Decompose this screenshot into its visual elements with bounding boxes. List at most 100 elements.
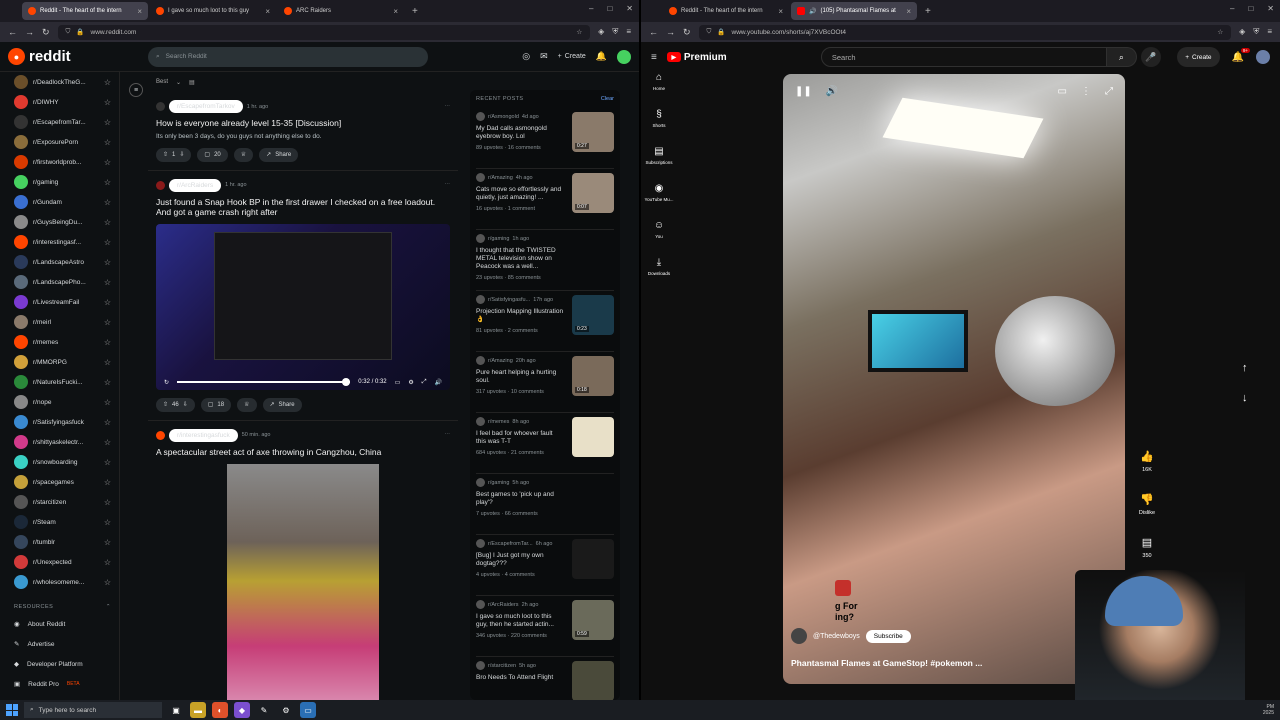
sidebar-item-community[interactable]: r/gaming ☆	[14, 172, 111, 192]
guide-item[interactable]: ☺ You	[641, 220, 677, 257]
sidebar-item-community[interactable]: r/ExposurePorn ☆	[14, 132, 111, 152]
favorite-star-icon[interactable]: ☆	[104, 458, 111, 467]
reddit-search-input[interactable]: ⌕ Search Reddit	[148, 46, 428, 67]
post-video[interactable]: ↻ 0:32 / 0:32 ▭ ⚙ ⤢ 🔊	[156, 223, 450, 390]
new-tab-icon[interactable]: +	[412, 6, 418, 17]
favorite-star-icon[interactable]: ☆	[104, 558, 111, 567]
sidebar-item-community[interactable]: r/tumblr ☆	[14, 532, 111, 552]
menu-icon[interactable]: ≡	[1267, 27, 1272, 37]
shield-ext-icon[interactable]: ⛨	[1253, 27, 1259, 37]
recent-post-title[interactable]: I gave so much loot to this guy, then he…	[476, 613, 564, 629]
recent-post-item[interactable]: r/EscapefromTar... 6h ago [Bug] I Just got…	[476, 535, 614, 596]
upvote-icon[interactable]: ⇧	[163, 151, 168, 158]
comments-button[interactable]: ▢ 18	[200, 397, 232, 412]
sidebar-item-community[interactable]: r/nope ☆	[14, 392, 111, 412]
shield-ext-icon[interactable]: ⛨	[612, 27, 618, 37]
sidebar-item-community[interactable]: r/Gundam ☆	[14, 192, 111, 212]
reddit-logo[interactable]: ● reddit	[8, 48, 140, 65]
sidebar-item-community[interactable]: r/Satisfyingasfuck ☆	[14, 412, 111, 432]
downvote-icon[interactable]: ⇩	[183, 401, 188, 408]
favorite-star-icon[interactable]: ☆	[104, 218, 111, 227]
recent-post-title[interactable]: I feel bad for whoever fault this was T-…	[476, 430, 564, 446]
youtube-search-input[interactable]: Search	[820, 47, 1107, 67]
recent-post-item[interactable]: r/Amazing 4h ago Cats move so effortlessly…	[476, 169, 614, 230]
share-button[interactable]: ↗ Share	[259, 147, 299, 162]
subscribe-button[interactable]: Subscribe	[865, 629, 911, 643]
close-icon[interactable]: ×	[265, 7, 270, 16]
sidebar-item-community[interactable]: r/NatureIsFucki... ☆	[14, 372, 111, 392]
pen-icon[interactable]: ✎	[256, 702, 272, 718]
favorite-star-icon[interactable]: ☆	[104, 318, 111, 327]
fullscreen-icon[interactable]: ⤢	[422, 379, 427, 386]
avatar[interactable]	[617, 49, 631, 64]
sidebar-item-community[interactable]: r/Steam ☆	[14, 512, 111, 532]
notifications-button[interactable]: 🔔 9+	[1232, 47, 1250, 63]
close-icon[interactable]: ×	[906, 7, 911, 16]
captions-icon[interactable]: ▭	[395, 379, 401, 386]
recent-post-thumbnail[interactable]: 0:59	[572, 600, 614, 640]
maximize-icon[interactable]: □	[1248, 4, 1253, 13]
clear-button[interactable]: Clear	[601, 96, 614, 102]
forward-icon[interactable]: →	[25, 27, 34, 37]
new-tab-icon[interactable]: +	[925, 6, 931, 17]
comment-icon[interactable]: ▤	[1142, 536, 1152, 549]
close-window-icon[interactable]: ✕	[1267, 4, 1274, 13]
close-icon[interactable]: ×	[393, 7, 398, 16]
favorite-star-icon[interactable]: ☆	[104, 358, 111, 367]
sidebar-item-community[interactable]: r/LivestreamFail ☆	[14, 292, 111, 312]
recent-post-item[interactable]: r/ArcRaiders 2h ago I gave so much loot to…	[476, 596, 614, 657]
favorite-star-icon[interactable]: ☆	[104, 498, 111, 507]
favorite-star-icon[interactable]: ☆	[104, 378, 111, 387]
windows-start-icon[interactable]	[6, 704, 18, 716]
post-title[interactable]: How is everyone already level 15-35 [Dis…	[156, 118, 450, 129]
favorite-star-icon[interactable]: ☆	[104, 178, 111, 187]
recent-post-title[interactable]: My Dad calls asmongold eyebrow boy. Lol	[476, 125, 564, 141]
sort-dropdown[interactable]: Best	[156, 79, 168, 85]
avatar[interactable]	[1256, 50, 1270, 64]
tab-youtube[interactable]: 🔊 (105) Phantasmal Flames at ×	[791, 2, 917, 20]
recent-post-title[interactable]: I thought that the TWISTED METAL televis…	[476, 247, 564, 271]
recent-post-thumbnail[interactable]: 0:07	[572, 173, 614, 213]
extension-icon[interactable]: ◈	[1239, 27, 1245, 37]
sidebar-item-community[interactable]: r/interestingasf... ☆	[14, 232, 111, 252]
recent-post-item[interactable]: r/gaming 1h ago I thought that the TWISTED…	[476, 230, 614, 291]
settings-icon[interactable]: ⚙	[408, 379, 413, 386]
recent-post-thumbnail[interactable]	[572, 661, 614, 700]
post-title[interactable]: Just found a Snap Hook BP in the first d…	[156, 197, 450, 218]
extension-icon[interactable]: ◈	[598, 27, 604, 37]
search-button[interactable]: ⌕	[1106, 47, 1137, 67]
recent-post-title[interactable]: Projection Mapping Illustration 👌	[476, 308, 564, 324]
sidebar-item-community[interactable]: r/LandscapePho... ☆	[14, 272, 111, 292]
maximize-icon[interactable]: □	[607, 4, 612, 13]
minimize-icon[interactable]: –	[589, 4, 593, 13]
sidebar-item-community[interactable]: r/memes ☆	[14, 332, 111, 352]
close-icon[interactable]: ×	[137, 7, 142, 16]
bookmark-star-icon[interactable]: ☆	[576, 28, 582, 36]
sidebar-item-community[interactable]: r/DIWHY ☆	[14, 92, 111, 112]
tab-reddit[interactable]: Reddit - The heart of the intern ×	[22, 2, 148, 20]
tab-reddit-post[interactable]: I gave so much loot to this guy ×	[150, 2, 276, 20]
award-button[interactable]: ♕	[233, 147, 254, 162]
chat-icon[interactable]: ✉	[540, 51, 548, 62]
favorite-star-icon[interactable]: ☆	[104, 438, 111, 447]
resource-pro[interactable]: ▣ Reddit Pro BETA	[14, 674, 111, 694]
tab-arc-raiders[interactable]: ARC Raiders ×	[278, 2, 404, 20]
recent-post-item[interactable]: r/Satisfyingasfu... 17h ago Projection Map…	[476, 291, 614, 352]
post-title[interactable]: A spectacular street act of axe throwing…	[156, 447, 450, 458]
sidebar-item-community[interactable]: r/EscapefromTar... ☆	[14, 112, 111, 132]
recent-post-title[interactable]: Cats move so effortlessly and quietly, j…	[476, 186, 564, 202]
hamburger-icon[interactable]: ≡	[651, 52, 657, 63]
comments-button[interactable]: ▢ 20	[197, 147, 228, 162]
favorite-star-icon[interactable]: ☆	[104, 398, 111, 407]
post-subreddit[interactable]: r/EscapefromTarkov	[169, 100, 243, 113]
recent-post-thumbnail[interactable]	[572, 417, 614, 457]
upvote-icon[interactable]: ⇧	[163, 401, 168, 408]
short-title[interactable]: Phantasmal Flames at GameStop! #pokemon …	[791, 658, 982, 668]
recent-post-item[interactable]: r/Asmongold 4d ago My Dad calls asmongold …	[476, 108, 614, 169]
sidebar-item-community[interactable]: r/starcitizen ☆	[14, 492, 111, 512]
favorite-star-icon[interactable]: ☆	[104, 278, 111, 287]
sidebar-item-community[interactable]: r/meirl ☆	[14, 312, 111, 332]
sidebar-item-community[interactable]: r/shittyaskelectr... ☆	[14, 432, 111, 452]
sidebar-item-community[interactable]: r/Unexpected ☆	[14, 552, 111, 572]
recent-post-thumbnail[interactable]: 0:27	[572, 112, 614, 152]
